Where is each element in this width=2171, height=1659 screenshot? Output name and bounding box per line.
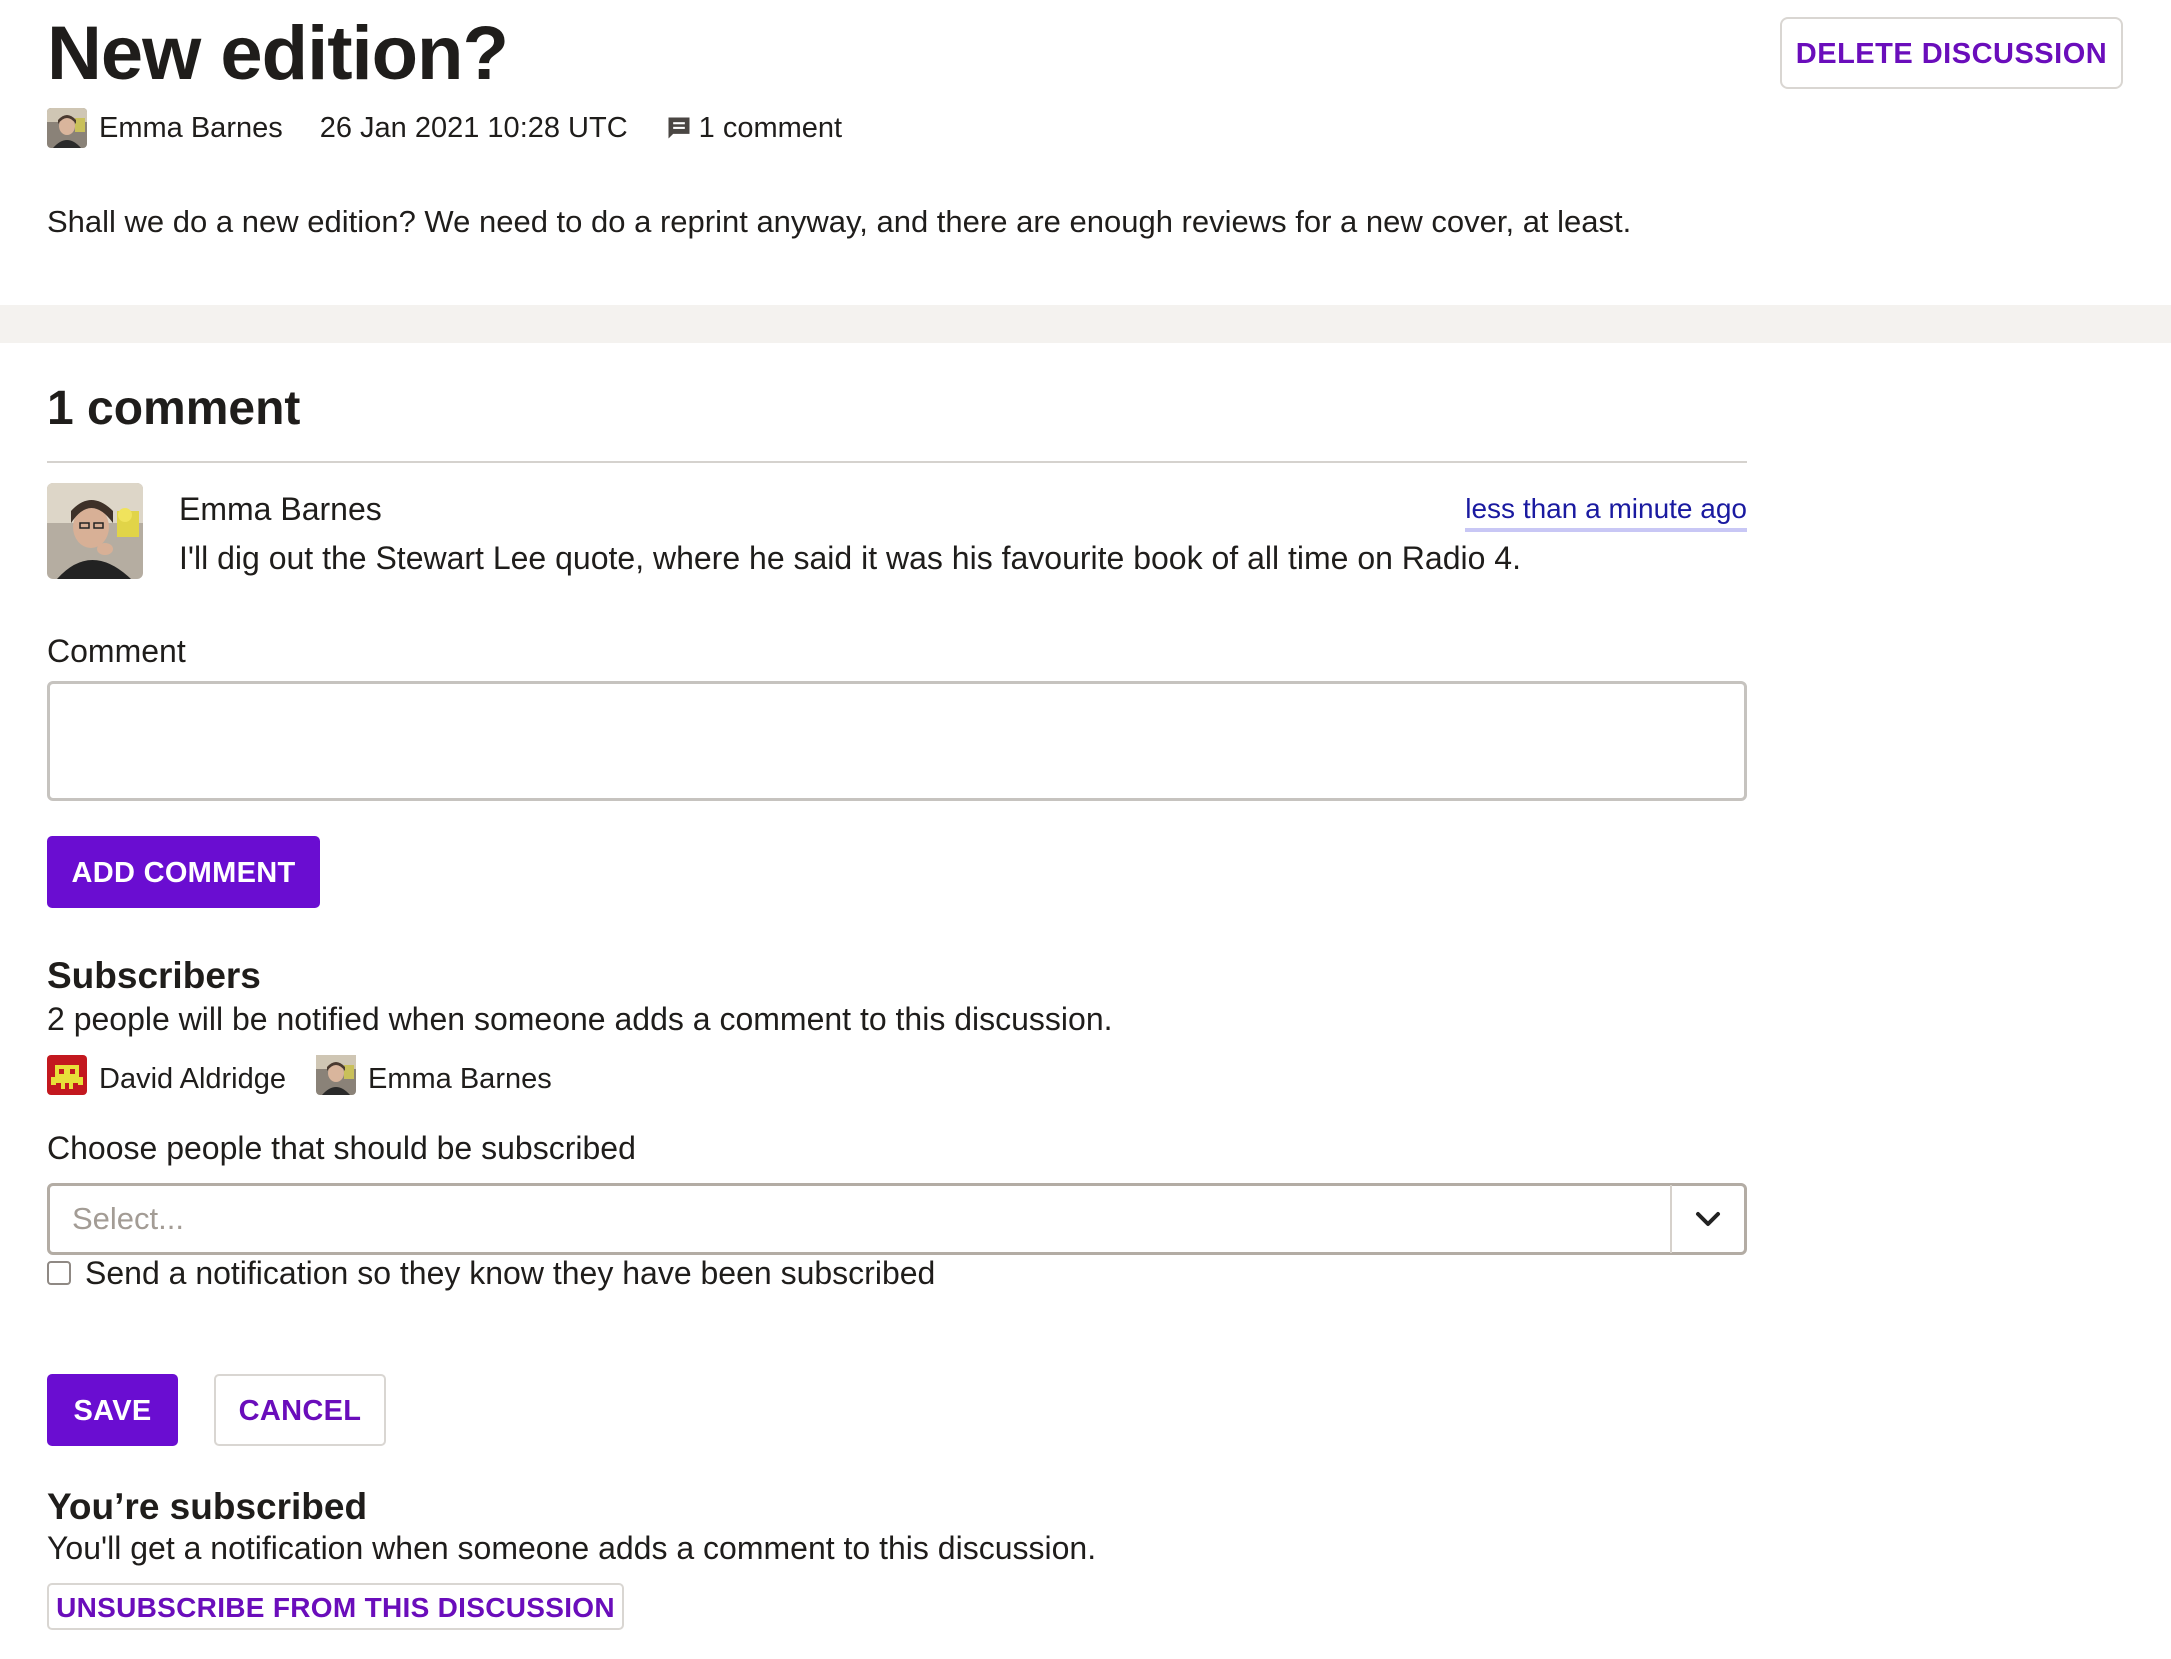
save-button[interactable]: SAVE: [47, 1374, 178, 1446]
photo-avatar-icon: [316, 1055, 356, 1103]
unsubscribe-button[interactable]: UNSUBSCRIBE FROM THIS DISCUSSION: [47, 1583, 624, 1630]
notify-checkbox[interactable]: [47, 1261, 71, 1285]
select-placeholder: Select...: [72, 1201, 184, 1236]
author-avatar: [47, 108, 87, 148]
comment-author-avatar: [47, 483, 143, 579]
comment-field-label: Comment: [47, 633, 186, 669]
notify-option: Send a notification so they know they ha…: [47, 1251, 935, 1295]
divider: [47, 461, 1747, 463]
subscriber-item: Emma Barnes: [316, 1055, 552, 1103]
comment-text: I'll dig out the Stewart Lee quote, wher…: [179, 540, 1521, 576]
discussion-header: New edition? DELETE DISCUSSION Emma Barn…: [0, 0, 2171, 305]
chevron-down-icon[interactable]: [1672, 1186, 1744, 1252]
subscriber-item: David Aldridge: [47, 1055, 286, 1103]
subscriber-name: David Aldridge: [99, 1062, 286, 1095]
subscriber-list: David Aldridge Emma Barnes: [47, 1055, 582, 1103]
comment-author[interactable]: Emma Barnes: [179, 488, 382, 530]
choose-subscribers-label: Choose people that should be subscribed: [47, 1130, 636, 1166]
author-name[interactable]: Emma Barnes: [99, 112, 283, 145]
delete-discussion-button[interactable]: DELETE DISCUSSION: [1780, 17, 2123, 89]
subscribers-description: 2 people will be notified when someone a…: [47, 1001, 1113, 1037]
add-comment-button[interactable]: ADD COMMENT: [47, 836, 320, 908]
page-title: New edition?: [47, 11, 509, 96]
subscription-status-heading: You’re subscribed: [47, 1486, 368, 1527]
comments-panel: 1 comment Emma Barnes less than a minute…: [0, 343, 2171, 1659]
comment-timestamp-link[interactable]: less than a minute ago: [1465, 490, 1747, 532]
post-date: 26 Jan 2021 10:28 UTC: [319, 111, 628, 144]
subscription-status-description: You'll get a notification when someone a…: [47, 1530, 1097, 1566]
section-divider-band: [0, 305, 2171, 343]
comments-heading: 1 comment: [47, 382, 301, 435]
cancel-button[interactable]: CANCEL: [214, 1374, 386, 1446]
comment-count: 1 comment: [698, 111, 843, 144]
comment-input[interactable]: [47, 681, 1747, 801]
notify-label[interactable]: Send a notification so they know they ha…: [85, 1251, 935, 1295]
subscriber-select[interactable]: Select...: [47, 1183, 1747, 1255]
robot-avatar-icon: [47, 1055, 87, 1103]
subscribers-heading: Subscribers: [47, 955, 261, 996]
discussion-body: Shall we do a new edition? We need to do…: [47, 204, 1632, 239]
subscriber-name: Emma Barnes: [368, 1062, 552, 1095]
discussion-meta: Emma Barnes 26 Jan 2021 10:28 UTC 1 comm…: [47, 108, 842, 148]
comment-icon: [665, 114, 693, 142]
